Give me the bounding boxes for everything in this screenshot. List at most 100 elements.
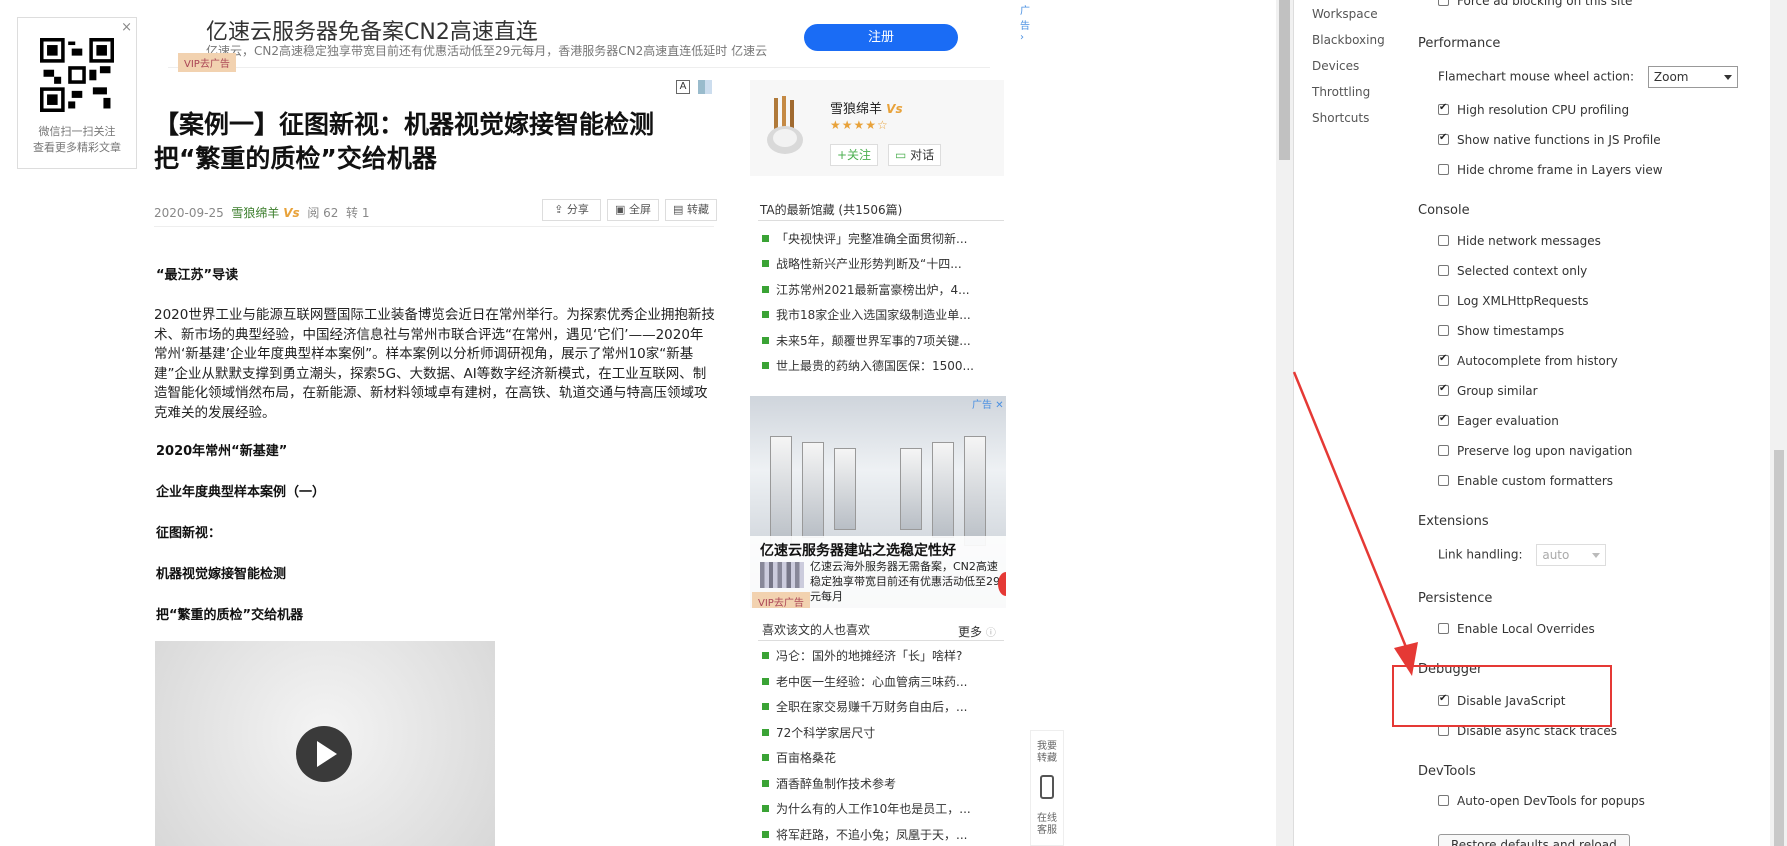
register-button[interactable]: 注册: [804, 24, 958, 51]
option-group-similar[interactable]: Group similar: [1438, 383, 1538, 398]
ad2-thumbnail: [760, 562, 804, 588]
checkbox[interactable]: [1438, 475, 1449, 486]
latest-item[interactable]: 世上最贵的药纳入德国医保：1500...: [762, 357, 974, 374]
option-label: Enable custom formatters: [1457, 474, 1614, 488]
latest-item[interactable]: 「央视快评」完整准确全面贯彻新...: [762, 230, 967, 247]
latest-item[interactable]: 未来5年，颠覆世界军事的7项关键...: [762, 332, 971, 349]
repost-tool[interactable]: 我要转藏: [1031, 731, 1063, 765]
server-rack-image: [932, 442, 954, 538]
close-icon[interactable]: ✕: [995, 400, 1003, 411]
play-icon[interactable]: [296, 726, 352, 782]
option-hide-chrome-frame[interactable]: Hide chrome frame in Layers view: [1438, 163, 1663, 177]
close-icon[interactable]: ×: [121, 20, 132, 35]
option-eager-eval[interactable]: Eager evaluation: [1438, 413, 1559, 428]
devtools-scrollbar-thumb[interactable]: [1774, 450, 1784, 846]
article-author-link[interactable]: 雪狼绵羊: [231, 206, 279, 220]
profile-name-text[interactable]: 雪狼绵羊: [830, 102, 882, 117]
latest-item[interactable]: 战略性新兴产业形势判断及“十四...: [762, 255, 962, 272]
article-paragraph: 2020世界工业与能源互联网暨国际工业装备博览会近日在常州举行。为探索优秀企业拥…: [154, 307, 715, 421]
nav-throttling[interactable]: Throttling: [1312, 85, 1370, 99]
fullscreen-button[interactable]: ▣ 全屏: [607, 199, 659, 221]
more-label: 更多: [958, 625, 983, 639]
restore-defaults-button[interactable]: Restore defaults and reload: [1438, 834, 1630, 846]
font-size-icon[interactable]: A: [676, 80, 690, 94]
option-timestamps[interactable]: Show timestamps: [1438, 324, 1564, 338]
option-label: High resolution CPU profiling: [1457, 103, 1630, 117]
vip-remove-ads-tag[interactable]: VIP去广告: [752, 592, 810, 608]
subheading-2: 企业年度典型样本案例（一）: [156, 485, 326, 500]
more-link[interactable]: 更多 ⓘ: [958, 623, 996, 640]
checkbox[interactable]: [1438, 0, 1449, 6]
force-ad-blocking-option[interactable]: Force ad blocking on this site: [1438, 0, 1632, 8]
option-high-res-cpu[interactable]: High resolution CPU profiling: [1438, 102, 1630, 117]
link-handling-row: Link handling: auto: [1438, 544, 1607, 566]
mobile-icon[interactable]: [1040, 775, 1054, 799]
liked-item[interactable]: 将军赶路，不追小兔；凤凰于天，...: [762, 826, 967, 843]
avatar[interactable]: [760, 94, 810, 158]
liked-item[interactable]: 老中医一生经验：心血管病三味药...: [762, 673, 967, 690]
ad-label[interactable]: 广告 ✕: [972, 396, 1004, 411]
nav-devices[interactable]: Devices: [1312, 59, 1359, 73]
theme-color-icon[interactable]: [698, 80, 712, 94]
checkbox[interactable]: [1438, 235, 1449, 246]
select-value: auto: [1542, 548, 1570, 562]
checkbox[interactable]: [1438, 102, 1449, 115]
option-label: Hide network messages: [1457, 234, 1601, 248]
devtools-scrollbar[interactable]: [1770, 0, 1787, 846]
option-selected-context[interactable]: Selected context only: [1438, 264, 1587, 278]
option-native-functions[interactable]: Show native functions in JS Profile: [1438, 132, 1661, 147]
also-liked-title: 喜欢该文的人也喜欢: [762, 623, 871, 637]
option-hide-network[interactable]: Hide network messages: [1438, 234, 1601, 248]
server-rack-image: [802, 442, 824, 538]
checkbox[interactable]: [1438, 265, 1449, 276]
option-log-xhr[interactable]: Log XMLHttpRequests: [1438, 294, 1589, 308]
checkbox[interactable]: [1438, 353, 1449, 366]
follow-button[interactable]: +关注: [830, 144, 879, 166]
vip-remove-ads-tag[interactable]: VIP去广告: [178, 53, 236, 72]
checkbox[interactable]: [1438, 623, 1449, 634]
ad2-title[interactable]: 亿速云服务器建站之选稳定性好: [760, 540, 956, 560]
liked-item[interactable]: 为什么有的人工作10年也是员工，...: [762, 800, 971, 817]
liked-item[interactable]: 全职在家交易赚千万财务自由后，...: [762, 698, 967, 715]
profile-name[interactable]: 雪狼绵羊 Vs: [830, 98, 903, 117]
option-preserve-log[interactable]: Preserve log upon navigation: [1438, 444, 1632, 458]
nav-workspace[interactable]: Workspace: [1312, 7, 1378, 21]
checkbox[interactable]: [1438, 383, 1449, 396]
sidebar-ad[interactable]: 广告 ✕ 亿速云服务器建站之选稳定性好 亿速云海外服务器无需备案，CN2高速稳定…: [750, 396, 1006, 608]
checkbox[interactable]: [1438, 132, 1449, 145]
latest-item[interactable]: 我市18家企业入选国家级制造业单...: [762, 306, 971, 323]
page-scrollbar-thumb[interactable]: [1279, 0, 1290, 160]
nav-shortcuts[interactable]: Shortcuts: [1312, 111, 1369, 125]
read-count: 阅 62: [307, 206, 339, 220]
convert-button[interactable]: ▤ 转藏: [665, 199, 717, 221]
checkbox[interactable]: [1438, 164, 1449, 175]
chat-button[interactable]: ▭ 对话: [888, 144, 942, 166]
checkbox[interactable]: [1438, 445, 1449, 456]
liked-item[interactable]: 冯仑：国外的地摊经济「长」啥样?: [762, 647, 962, 664]
video-player[interactable]: [155, 641, 495, 846]
checkbox[interactable]: [1438, 325, 1449, 336]
divider: [758, 220, 1004, 221]
checkbox[interactable]: [1438, 295, 1449, 306]
nav-blackboxing[interactable]: Blackboxing: [1312, 33, 1385, 47]
liked-item[interactable]: 72个科学家居尺寸: [762, 724, 875, 741]
online-service-tool[interactable]: 在线客服: [1031, 799, 1063, 837]
option-autocomplete[interactable]: Autocomplete from history: [1438, 353, 1618, 368]
annotation-highlight-box: [1392, 665, 1612, 727]
option-custom-formatters[interactable]: Enable custom formatters: [1438, 474, 1613, 488]
checkbox[interactable]: [1438, 413, 1449, 426]
liked-item[interactable]: 酒香醉鱼制作技术参考: [762, 775, 896, 792]
latest-item[interactable]: 江苏常州2021最新富豪榜出炉，4...: [762, 281, 970, 298]
checkbox[interactable]: [1438, 795, 1449, 806]
share-button[interactable]: ⇪ 分享: [542, 199, 601, 221]
info-icon: ⓘ: [985, 628, 996, 639]
wheel-action-select[interactable]: Zoom: [1647, 66, 1738, 88]
option-auto-open-popups[interactable]: Auto-open DevTools for popups: [1438, 794, 1645, 808]
article-meta: 2020-09-25 雪狼绵羊 Vs 阅 62 转 1: [154, 204, 370, 221]
option-label: Eager evaluation: [1457, 414, 1559, 428]
option-local-overrides[interactable]: Enable Local Overrides: [1438, 622, 1595, 636]
wheel-action-label: Flamechart mouse wheel action:: [1438, 69, 1635, 84]
liked-item[interactable]: 百亩格桑花: [762, 749, 836, 766]
top-banner-ad[interactable]: 亿速云服务器免备案CN2高速直连 亿速云，CN2高速稳定独享带宽目前还有优惠活动…: [168, 0, 1030, 72]
subheading-3: 征图新视：: [156, 526, 222, 541]
